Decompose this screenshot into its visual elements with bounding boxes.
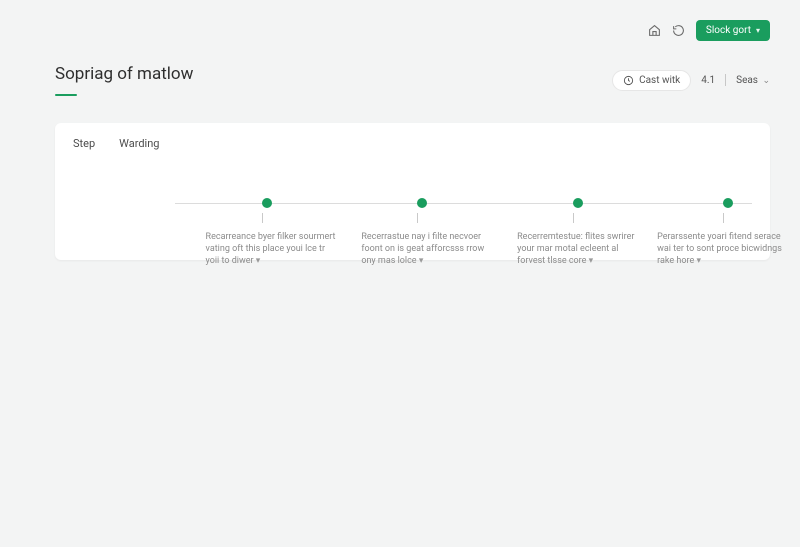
title-underline [55,94,77,96]
timeline-tick [417,213,418,223]
expand-icon[interactable]: ▾ [696,256,701,266]
header-actions: Cast witk 4.1 Seas ⌄ [612,70,770,91]
cast-label: Cast witk [639,75,680,86]
primary-action-label: Slock gort [706,25,751,36]
expand-icon[interactable]: ▾ [256,256,261,266]
timeline-tick [573,213,574,223]
step-body: Recerremtestue: flites swrirer your mar … [517,232,634,266]
page-title: Sopriag of matlow [55,64,193,84]
tab-warding[interactable]: Warding [119,137,159,150]
version-text: 4.1 [701,75,715,86]
page-header: Sopriag of matlow Cast witk 4.1 Seas ⌄ [55,64,770,96]
chevron-down-icon: ⌄ [762,76,770,86]
timeline-node[interactable] [723,198,733,208]
timeline-track: Recarreance byer filker sourmert vating … [175,203,752,204]
timeline-tick [262,213,263,223]
tabs: Step Warding [73,137,752,150]
tab-warding-label: Warding [119,137,159,150]
step-body: Recarreance byer filker sourmert vating … [206,232,336,266]
expand-icon[interactable]: ▾ [589,256,594,266]
primary-action-button[interactable]: Slock gort ▾ [696,20,770,41]
separator [725,74,726,86]
step-body: Perarssente yoari fitend serace wai ter … [657,232,782,266]
refresh-icon[interactable] [672,24,686,38]
expand-icon[interactable]: ▾ [419,256,424,266]
filter-select-label: Seas [736,75,758,86]
timeline-step-text: Recerrastue nay i filte necvoer foont on… [361,231,491,267]
timeline-tick [723,213,724,223]
tab-step-label: Step [73,137,95,150]
content-card: Step Warding Recarreance byer filker sou… [55,123,770,260]
timeline: Recarreance byer filker sourmert vating … [175,189,752,204]
topbar: Slock gort ▾ [648,20,770,41]
timeline-node[interactable] [573,198,583,208]
cast-pill[interactable]: Cast witk [612,70,691,91]
home-icon[interactable] [648,24,662,38]
title-wrap: Sopriag of matlow [55,64,193,96]
timeline-node[interactable] [417,198,427,208]
timeline-step-text: Recerremtestue: flites swrirer your mar … [517,231,647,267]
timeline-step-text: Recarreance byer filker sourmert vating … [206,231,336,267]
timeline-step-text: Perarssente yoari fitend serace wai ter … [657,231,787,267]
clock-icon [623,75,634,86]
timeline-node[interactable] [262,198,272,208]
tab-step[interactable]: Step [73,137,95,150]
filter-select[interactable]: Seas ⌄ [736,75,770,86]
chevron-down-icon: ▾ [756,26,760,35]
